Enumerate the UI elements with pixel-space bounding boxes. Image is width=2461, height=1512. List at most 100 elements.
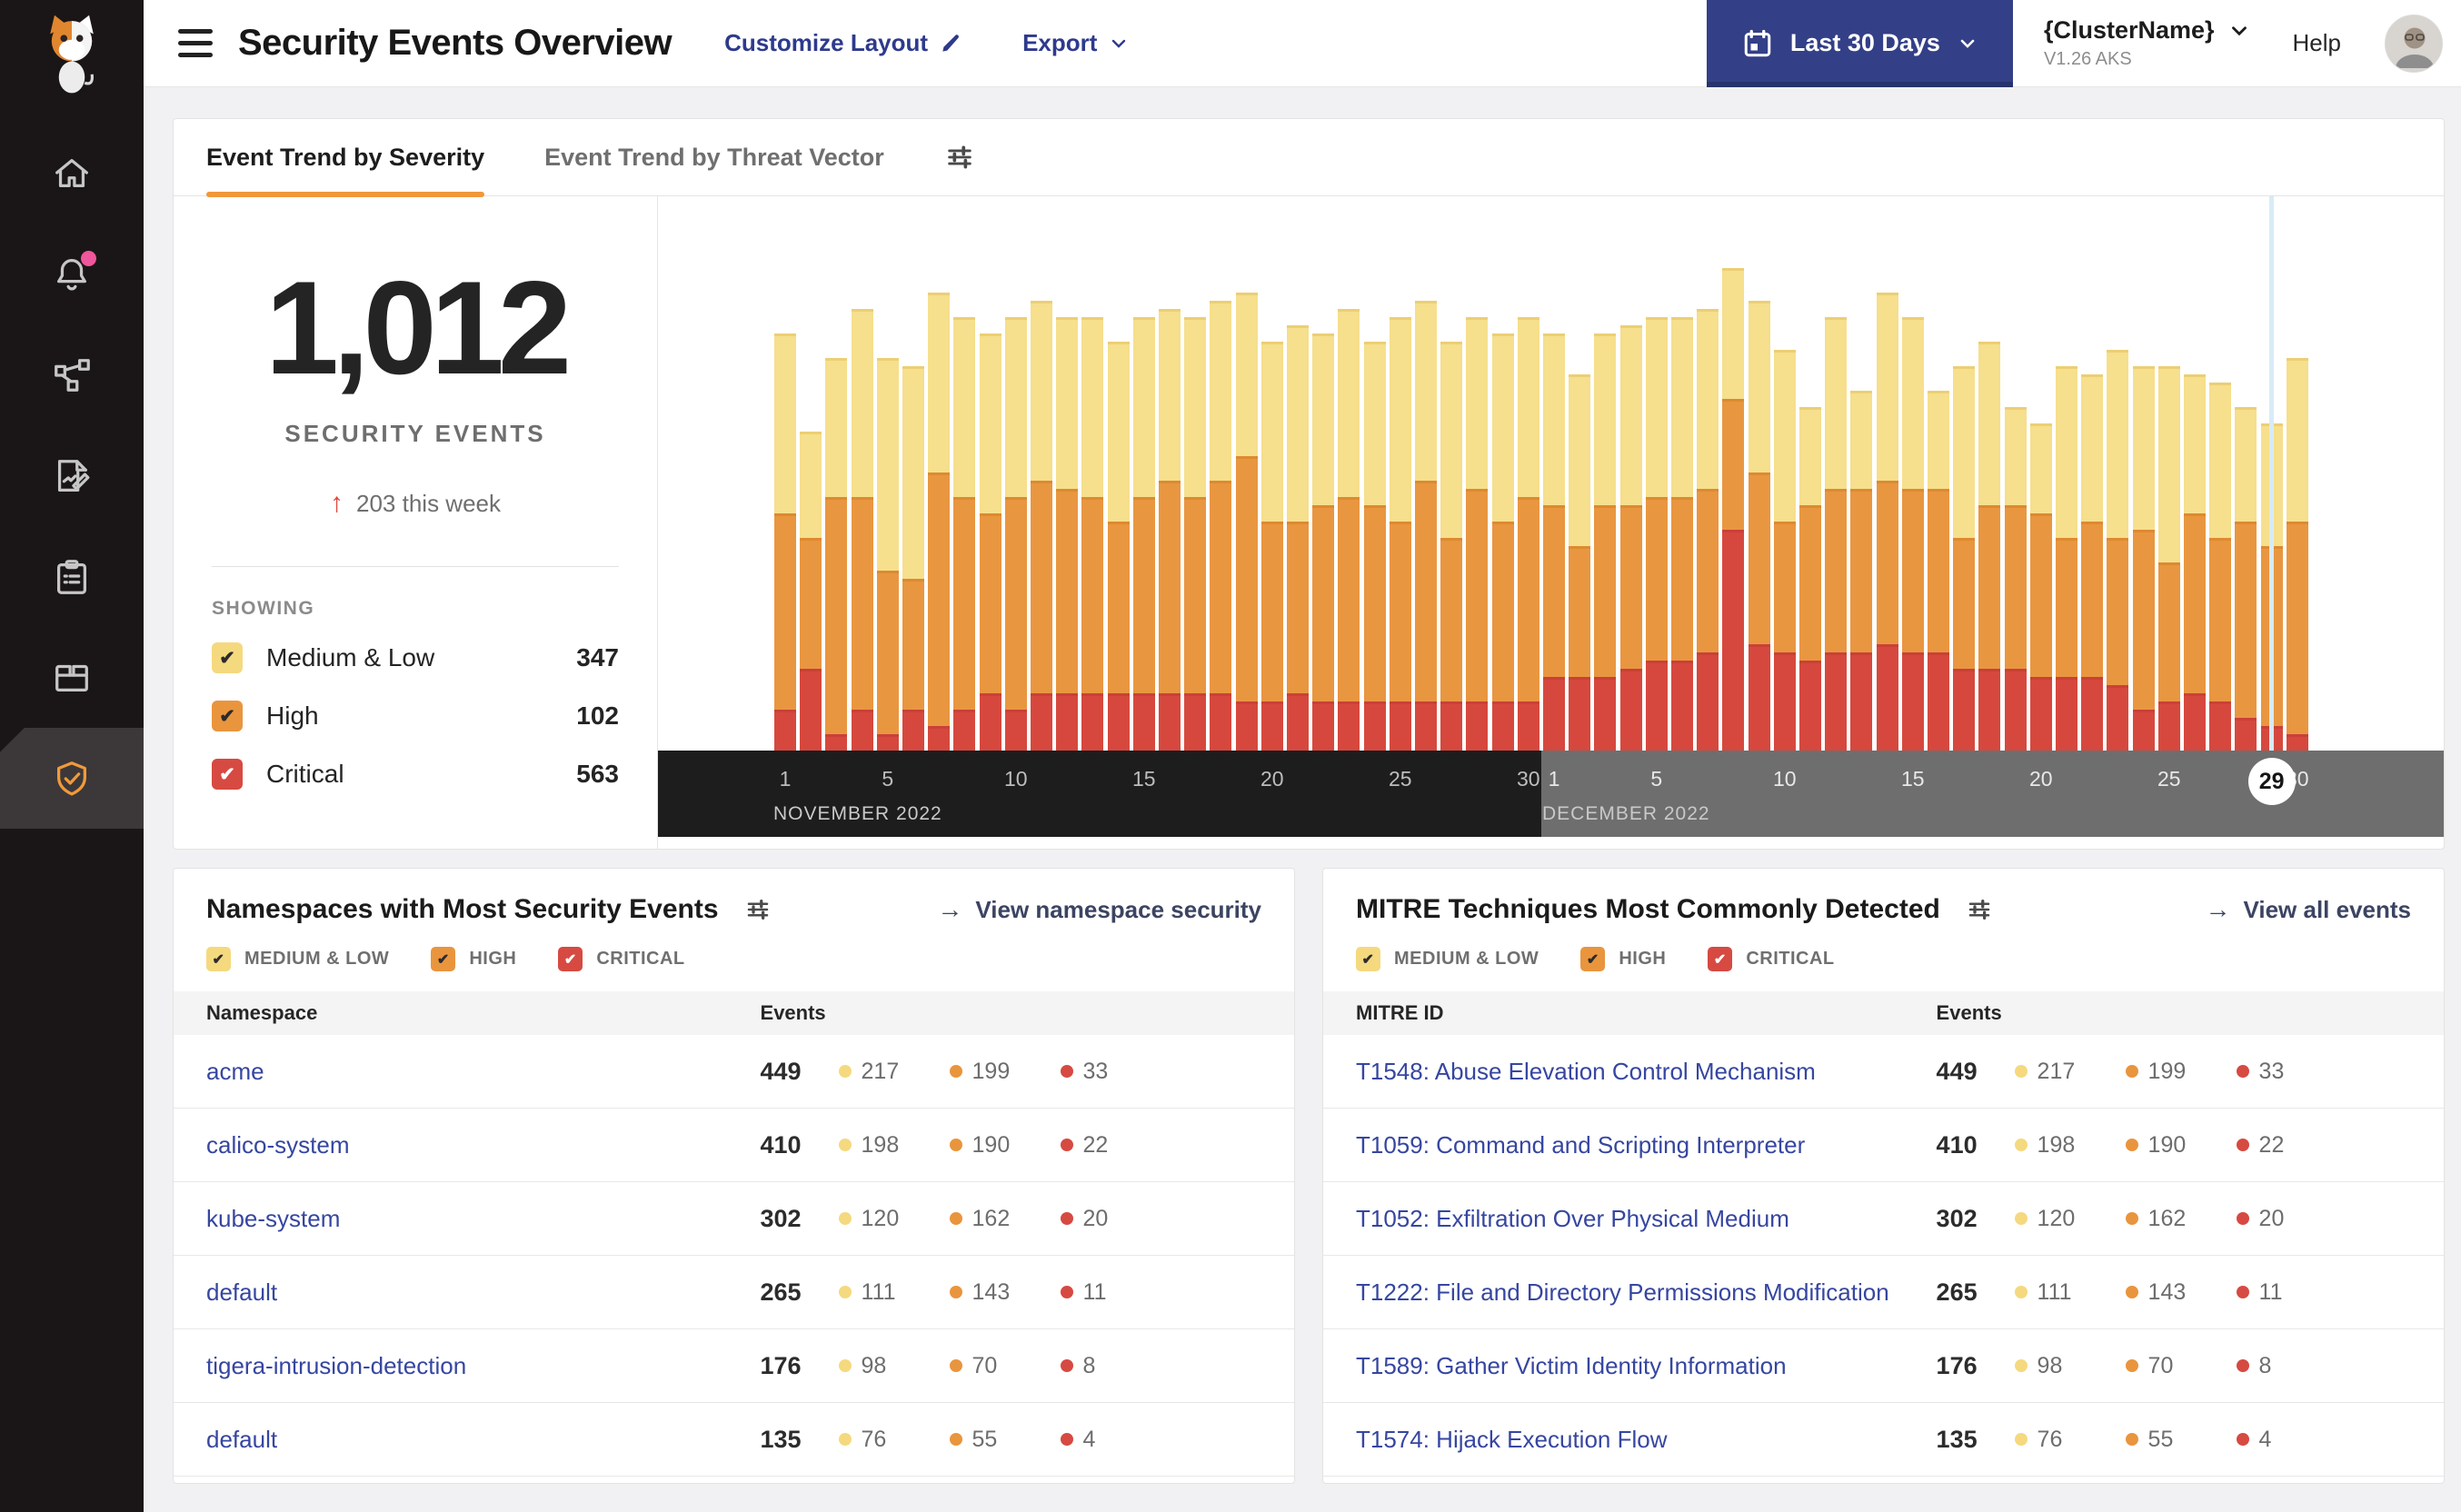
- severity-count-critical: 33: [2236, 1059, 2347, 1085]
- chart-settings-button[interactable]: [944, 142, 975, 173]
- sidebar-item-alerts[interactable]: [0, 224, 144, 324]
- stacked-bar: [1415, 301, 1437, 751]
- checkbox-medium-low[interactable]: ✔: [1356, 947, 1380, 971]
- table-row: T1548: Abuse Elevation Control Mechanism…: [1323, 1035, 2444, 1109]
- namespace-link[interactable]: kube-system: [206, 1205, 761, 1233]
- view-namespace-security-link[interactable]: → View namespace security: [937, 896, 1261, 924]
- severity-count-critical: 8: [1060, 1352, 1171, 1379]
- bar-segment-high: [1901, 489, 1924, 652]
- medium-low-dot-icon: [2014, 1286, 2028, 1298]
- column-header-events: Events: [1936, 1001, 2002, 1024]
- sidebar-item-reports[interactable]: [0, 425, 144, 526]
- checkbox-high[interactable]: ✔: [212, 701, 243, 731]
- namespace-link[interactable]: tigera-intrusion-detection: [206, 1352, 761, 1380]
- severity-filter-critical[interactable]: ✔ CRITICAL: [558, 947, 684, 971]
- high-dot-icon: [949, 1065, 962, 1078]
- bar-segment-high: [1978, 505, 2001, 669]
- export-button[interactable]: Export: [1022, 29, 1130, 57]
- medium-low-dot-icon: [838, 1359, 852, 1372]
- namespace-link[interactable]: acme: [206, 1058, 761, 1086]
- bar-segment-high: [1697, 489, 1719, 652]
- namespace-link[interactable]: default: [206, 1278, 761, 1307]
- count-value: 76: [861, 1426, 887, 1452]
- checkbox-medium-low[interactable]: ✔: [206, 947, 231, 971]
- checkbox-high[interactable]: ✔: [1580, 947, 1606, 971]
- count-value: 33: [1082, 1058, 1109, 1084]
- high-dot-icon: [2125, 1359, 2138, 1372]
- checkbox-medium-low[interactable]: ✔: [212, 642, 243, 673]
- bar-segment-critical: [1978, 669, 2001, 751]
- bar-segment-medium-low: [2004, 407, 2027, 505]
- current-day-marker-line: [2269, 196, 2275, 751]
- customize-layout-button[interactable]: Customize Layout: [724, 29, 962, 57]
- bar-segment-critical: [1415, 701, 1437, 751]
- bar-segment-medium-low: [1031, 301, 1052, 481]
- tab-event-trend-by-threat-vector[interactable]: Event Trend by Threat Vector: [544, 119, 884, 196]
- stacked-bar: [800, 432, 822, 751]
- bar-segment-critical: [2157, 701, 2180, 751]
- severity-filter-high[interactable]: ✔ HIGH: [1580, 947, 1666, 971]
- mitre-technique-link[interactable]: T1548: Abuse Elevation Control Mechanism: [1356, 1058, 1937, 1086]
- panel-settings-button[interactable]: [1966, 896, 1993, 923]
- stacked-bar: [953, 317, 976, 751]
- view-all-events-link[interactable]: → View all events: [2205, 896, 2411, 924]
- namespace-link[interactable]: calico-system: [206, 1131, 761, 1159]
- hamburger-menu-icon[interactable]: [178, 29, 213, 57]
- page-title: Security Events Overview: [238, 23, 673, 63]
- calico-cat-logo[interactable]: [36, 0, 107, 123]
- severity-filter-medium-low[interactable]: ✔ MEDIUM & LOW: [206, 947, 389, 971]
- events-total: 135: [760, 1425, 802, 1453]
- help-link[interactable]: Help: [2293, 29, 2341, 57]
- user-avatar[interactable]: [2385, 14, 2443, 73]
- panel-title: Namespaces with Most Security Events: [206, 894, 719, 924]
- count-value: 8: [2258, 1352, 2272, 1378]
- bar-segment-critical: [953, 710, 976, 751]
- severity-count-critical: 4: [1060, 1427, 1171, 1453]
- severity-filter-medium-low[interactable]: ✔ MEDIUM & LOW: [1356, 947, 1539, 971]
- events-total: 410: [760, 1130, 802, 1159]
- severity-filter-critical[interactable]: ✔ CRITICAL: [1708, 947, 1834, 971]
- namespace-link[interactable]: default: [206, 1426, 761, 1454]
- severity-count-high: 70: [949, 1353, 1061, 1379]
- column-header-namespace: Namespace: [206, 1001, 318, 1024]
- count-value: 8: [1082, 1352, 1096, 1378]
- sidebar-item-service-graph[interactable]: [0, 324, 144, 425]
- bar-segment-critical: [825, 734, 848, 751]
- stacked-bar: [2286, 358, 2308, 751]
- critical-dot-icon: [2236, 1359, 2249, 1372]
- mitre-technique-link[interactable]: T1222: File and Directory Permissions Mo…: [1356, 1278, 1937, 1307]
- sidebar-item-workloads[interactable]: [0, 627, 144, 728]
- panel-settings-button[interactable]: [744, 896, 772, 923]
- bar-segment-critical: [1004, 710, 1027, 751]
- stacked-bar: [1773, 350, 1796, 751]
- mitre-technique-link[interactable]: T1052: Exfiltration Over Physical Medium: [1356, 1205, 1937, 1233]
- severity-filter-high[interactable]: ✔ HIGH: [431, 947, 516, 971]
- mitre-technique-link[interactable]: T1574: Hijack Execution Flow: [1356, 1426, 1937, 1454]
- date-range-button[interactable]: Last 30 Days: [1706, 0, 2013, 87]
- bar-segment-medium-low: [1415, 301, 1437, 481]
- stacked-bar: [1338, 309, 1360, 751]
- checkbox-critical[interactable]: ✔: [212, 759, 243, 790]
- showing-label: SHOWING: [212, 598, 315, 619]
- checkbox-high[interactable]: ✔: [431, 947, 456, 971]
- mitre-technique-link[interactable]: T1589: Gather Victim Identity Informatio…: [1356, 1352, 1937, 1380]
- axis-tick: 15: [1901, 767, 1925, 791]
- sidebar-item-compliance[interactable]: [0, 526, 144, 627]
- checkbox-critical[interactable]: ✔: [558, 947, 583, 971]
- checkbox-critical[interactable]: ✔: [1708, 947, 1733, 971]
- tab-event-trend-by-severity[interactable]: Event Trend by Severity: [206, 119, 485, 197]
- mitre-technique-link[interactable]: T1059: Command and Scripting Interpreter: [1356, 1131, 1937, 1159]
- table-header: MITRE ID Events: [1323, 991, 2444, 1035]
- date-range-label: Last 30 Days: [1789, 29, 1940, 56]
- sidebar-item-home[interactable]: [0, 123, 144, 224]
- bar-segment-critical: [1312, 701, 1335, 751]
- sliders-icon: [747, 900, 768, 920]
- divider: [212, 566, 619, 567]
- cluster-selector[interactable]: {ClusterName} V1.26 AKS: [2044, 16, 2251, 70]
- events-total: 265: [760, 1278, 802, 1306]
- table-row: default 135 76 55 4: [174, 1403, 1294, 1477]
- bar-segment-high: [1440, 538, 1463, 701]
- severity-count-high: 143: [2125, 1279, 2237, 1306]
- bar-segment-medium-low: [1159, 309, 1181, 481]
- sidebar-item-threat-defense[interactable]: [0, 728, 144, 829]
